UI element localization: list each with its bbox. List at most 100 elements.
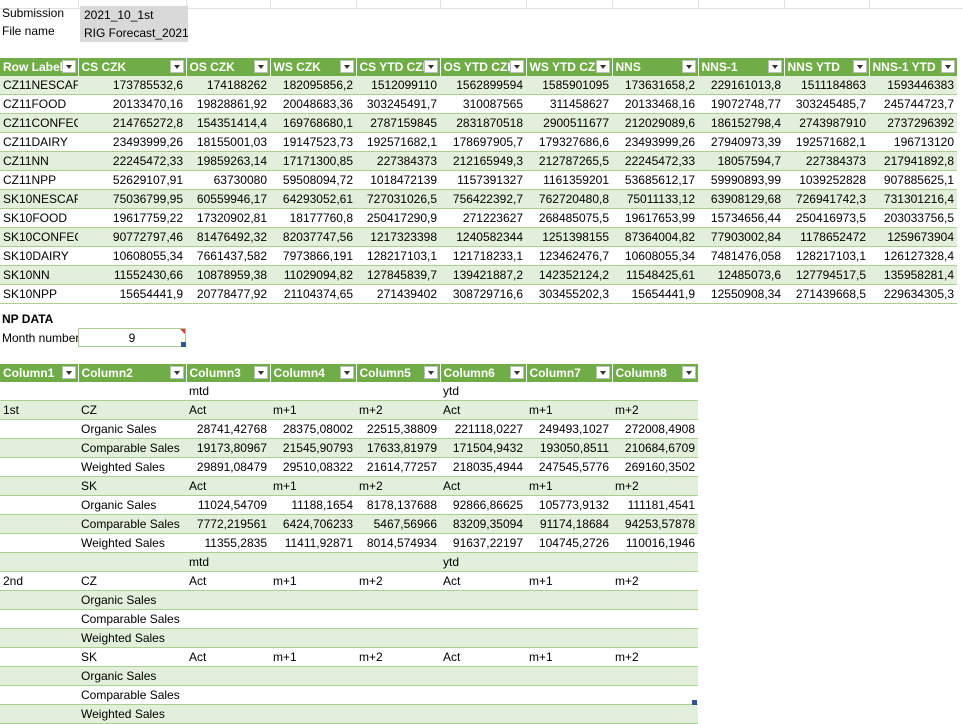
- value-cell[interactable]: 1217323398: [356, 227, 440, 247]
- value-cell[interactable]: 19072748,77: [698, 94, 784, 114]
- value-cell[interactable]: 7661437,582: [186, 246, 270, 266]
- value-cell[interactable]: 212029089,6: [612, 113, 698, 133]
- data-cell[interactable]: [440, 609, 526, 629]
- data-cell[interactable]: 5467,56966: [356, 514, 440, 534]
- value-cell[interactable]: 1511184863: [784, 76, 869, 95]
- data-cell[interactable]: 2nd: [0, 571, 78, 591]
- value-cell[interactable]: 1593446383: [869, 76, 957, 95]
- data-cell[interactable]: 29510,08322: [270, 457, 356, 477]
- row-label-cell[interactable]: CZ11FOOD: [0, 94, 78, 114]
- data-cell[interactable]: [186, 590, 270, 610]
- row-label-cell[interactable]: CZ11NN: [0, 151, 78, 171]
- data-cell[interactable]: ytd: [440, 552, 526, 572]
- data-cell[interactable]: [270, 552, 356, 572]
- data-cell[interactable]: 171504,9432: [440, 438, 526, 458]
- data-cell[interactable]: 272008,4908: [612, 419, 698, 439]
- value-cell[interactable]: 23493999,26: [612, 132, 698, 152]
- data-cell[interactable]: 269160,3502: [612, 457, 698, 477]
- data-cell[interactable]: SK: [78, 647, 186, 667]
- value-cell[interactable]: 271223627: [440, 208, 526, 228]
- value-cell[interactable]: 192571682,1: [784, 132, 869, 152]
- value-cell[interactable]: 19828861,92: [186, 94, 270, 114]
- data-cell[interactable]: [0, 382, 78, 401]
- value-cell[interactable]: 212787265,5: [526, 151, 612, 171]
- value-cell[interactable]: 15654441,9: [78, 284, 186, 304]
- value-cell[interactable]: 139421887,2: [440, 265, 526, 285]
- forecast-header-11[interactable]: NNS-1 YTD: [869, 58, 958, 76]
- data-cell[interactable]: [0, 514, 78, 534]
- np-header-7[interactable]: Column7: [526, 364, 613, 382]
- data-cell[interactable]: Comparable Sales: [78, 685, 186, 705]
- data-cell[interactable]: mtd: [186, 382, 270, 401]
- data-cell[interactable]: [612, 628, 698, 648]
- filter-dropdown-icon[interactable]: [595, 60, 610, 73]
- data-cell[interactable]: m+2: [356, 476, 440, 496]
- value-cell[interactable]: 762720480,8: [526, 189, 612, 209]
- value-cell[interactable]: 308729716,6: [440, 284, 526, 304]
- value-cell[interactable]: 12485073,6: [698, 265, 784, 285]
- value-cell[interactable]: 75036799,95: [78, 189, 186, 209]
- row-label-cell[interactable]: CZ11DAIRY: [0, 132, 78, 152]
- value-cell[interactable]: 90772797,46: [78, 227, 186, 247]
- filter-dropdown-icon[interactable]: [423, 366, 438, 379]
- data-cell[interactable]: Comparable Sales: [78, 438, 186, 458]
- value-cell[interactable]: 15654441,9: [612, 284, 698, 304]
- data-cell[interactable]: [270, 628, 356, 648]
- value-cell[interactable]: 303455202,3: [526, 284, 612, 304]
- data-cell[interactable]: [270, 590, 356, 610]
- row-label-cell[interactable]: CZ11CONFEC.: [0, 113, 78, 133]
- value-cell[interactable]: 1240582344: [440, 227, 526, 247]
- data-cell[interactable]: CZ: [78, 400, 186, 420]
- data-cell[interactable]: [526, 685, 612, 705]
- data-cell[interactable]: 1st: [0, 400, 78, 420]
- value-cell[interactable]: 128217103,1: [356, 246, 440, 266]
- data-cell[interactable]: [526, 552, 612, 572]
- value-cell[interactable]: 245744723,7: [869, 94, 957, 114]
- value-cell[interactable]: 1178652472: [784, 227, 869, 247]
- data-cell[interactable]: 91637,22197: [440, 533, 526, 553]
- file-name-value-cell[interactable]: RIG Forecast_2021_m+2.xlsx: [80, 24, 188, 42]
- data-cell[interactable]: 83209,35094: [440, 514, 526, 534]
- data-cell[interactable]: [270, 609, 356, 629]
- data-cell[interactable]: ytd: [440, 382, 526, 401]
- forecast-header-7[interactable]: WS YTD CZK: [526, 58, 613, 76]
- data-cell[interactable]: m+2: [356, 571, 440, 591]
- data-cell[interactable]: [186, 609, 270, 629]
- value-cell[interactable]: 52629107,91: [78, 170, 186, 190]
- value-cell[interactable]: 7481476,058: [698, 246, 784, 266]
- data-cell[interactable]: [0, 419, 78, 439]
- value-cell[interactable]: 19859263,14: [186, 151, 270, 171]
- value-cell[interactable]: 154351414,4: [186, 113, 270, 133]
- data-cell[interactable]: 104745,2726: [526, 533, 612, 553]
- data-cell[interactable]: Weighted Sales: [78, 533, 186, 553]
- filter-dropdown-icon[interactable]: [253, 60, 268, 73]
- data-cell[interactable]: 11188,1654: [270, 495, 356, 515]
- row-label-cell[interactable]: SK10NPP: [0, 284, 78, 304]
- value-cell[interactable]: 271439402: [356, 284, 440, 304]
- data-cell[interactable]: 28741,42768: [186, 419, 270, 439]
- data-cell[interactable]: [612, 685, 698, 705]
- table-resize-handle[interactable]: [692, 700, 697, 705]
- value-cell[interactable]: 1585901095: [526, 76, 612, 95]
- data-cell[interactable]: [270, 382, 356, 401]
- value-cell[interactable]: 20778477,92: [186, 284, 270, 304]
- data-cell[interactable]: [0, 704, 78, 724]
- np-header-8[interactable]: Column8: [612, 364, 699, 382]
- value-cell[interactable]: 2743987910: [784, 113, 869, 133]
- value-cell[interactable]: 2737296392: [869, 113, 957, 133]
- data-cell[interactable]: Act: [440, 476, 526, 496]
- data-cell[interactable]: 221118,0227: [440, 419, 526, 439]
- np-header-2[interactable]: Column2: [78, 364, 187, 382]
- value-cell[interactable]: 63730080: [186, 170, 270, 190]
- value-cell[interactable]: 20133468,16: [612, 94, 698, 114]
- data-cell[interactable]: [78, 382, 186, 401]
- value-cell[interactable]: 907885625,1: [869, 170, 957, 190]
- data-cell[interactable]: 193050,8511: [526, 438, 612, 458]
- np-header-6[interactable]: Column6: [440, 364, 527, 382]
- data-cell[interactable]: 21545,90793: [270, 438, 356, 458]
- value-cell[interactable]: 142352124,2: [526, 265, 612, 285]
- value-cell[interactable]: 229634305,3: [869, 284, 957, 304]
- data-cell[interactable]: Organic Sales: [78, 666, 186, 686]
- value-cell[interactable]: 250417290,9: [356, 208, 440, 228]
- data-cell[interactable]: Organic Sales: [78, 419, 186, 439]
